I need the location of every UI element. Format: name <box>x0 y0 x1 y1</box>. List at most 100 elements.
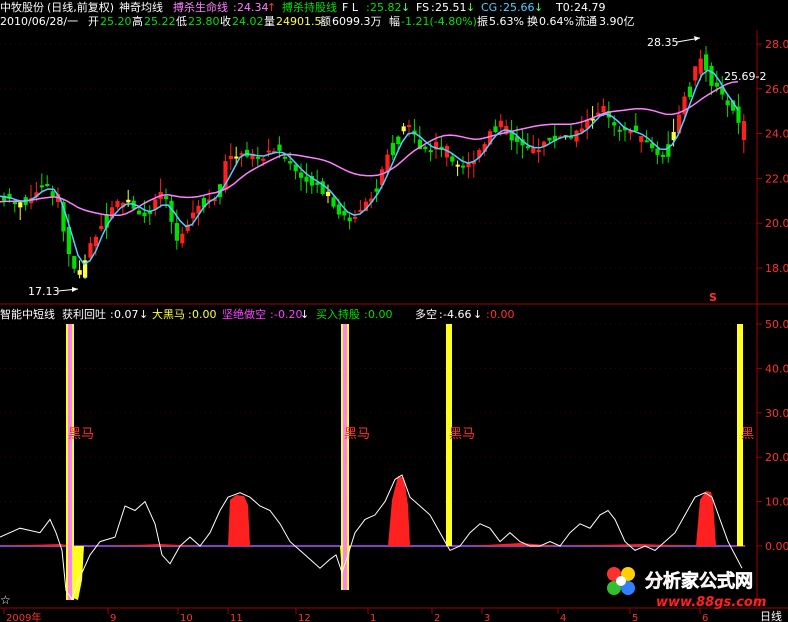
x-axis: 2009年 9 10 11 12 1 2 3 4 5 6 <box>3 608 708 622</box>
candle-body <box>698 58 703 74</box>
candle-body <box>18 202 23 208</box>
l1-value: 0.07 <box>114 308 139 321</box>
candle-body <box>407 125 412 128</box>
x-tick-label: 2009年 <box>6 611 41 622</box>
open-value: 25.20 <box>100 15 132 28</box>
candle-body <box>288 161 293 164</box>
l3-arrow-icon: ↓ <box>300 308 309 321</box>
fs-label: FS <box>416 1 429 14</box>
l3-label: 坚绝做空 <box>222 307 266 321</box>
right-price-label: 25.69-2 <box>724 70 766 83</box>
candle-body <box>299 172 304 178</box>
l4-value: 0.00 <box>368 308 393 321</box>
candle-body <box>228 155 233 160</box>
candle-body <box>498 120 503 128</box>
line1-value: 24.34 <box>237 1 269 14</box>
indicator-name: 智能中短线 <box>0 307 55 321</box>
dark-horse-label-1: 黑马 <box>68 427 94 442</box>
ma-purple-line <box>0 80 739 217</box>
candle-body <box>137 210 142 215</box>
candle-body <box>277 144 282 151</box>
high-label: 高 <box>132 14 143 28</box>
indicator-grid <box>0 323 757 547</box>
volume-value: 24901.5 <box>276 15 322 28</box>
watermark-site: 分析家公式网 <box>645 570 753 592</box>
indicator-axis: 0.00 10.00 20.00 30.00 40.00 50.00 <box>757 318 788 553</box>
price-tick-label: 20.00 <box>765 217 788 230</box>
candle-body <box>234 156 239 159</box>
cg-label: CG <box>481 1 497 14</box>
candle-body <box>660 154 665 157</box>
candle-body <box>45 183 50 186</box>
candle-body <box>374 188 379 192</box>
x-tick-label: 2 <box>434 613 440 622</box>
l5-value: -4.66 <box>443 308 471 321</box>
candle-body <box>633 125 638 131</box>
candle-body <box>385 154 390 172</box>
candle-body <box>164 196 169 200</box>
candle-body <box>126 199 131 203</box>
high-price-label: 28.35 <box>647 36 679 49</box>
star-icon: ☆ <box>0 593 11 607</box>
close-label: 收 <box>220 14 231 28</box>
candle-body <box>331 197 336 207</box>
fs-arrow-icon: ↓ <box>466 1 475 14</box>
candle-body <box>72 256 77 269</box>
t0-label: T0 <box>555 1 570 14</box>
line2-label: 搏杀持股线 <box>282 0 337 14</box>
candle-body <box>401 126 406 132</box>
dark-horse-bars <box>66 324 743 600</box>
candle-body <box>423 146 428 150</box>
price-tick-label: 24.00 <box>765 128 788 141</box>
close-value: 24.02 <box>232 15 264 28</box>
sell-marker: S <box>709 291 717 304</box>
flower-logo-icon <box>607 567 635 595</box>
low-value: 23.80 <box>188 15 220 28</box>
fs-value: 25.51 <box>435 1 467 14</box>
candle-body <box>525 146 530 149</box>
candle-body <box>39 185 44 188</box>
l2-label: 大黑马 <box>152 307 185 321</box>
candle-body <box>612 122 617 126</box>
l4-label: 买入持股 <box>316 307 360 321</box>
amount-label: 额 <box>320 15 331 28</box>
dark-horse-bar-2-inner <box>343 324 347 590</box>
price-tick-label: 18.00 <box>765 262 788 275</box>
right-bottom-label: 日线 <box>760 609 782 622</box>
red-hill-1 <box>228 495 250 546</box>
candle-body <box>547 137 552 141</box>
candle-body <box>261 158 266 161</box>
change-value: -1.21(-4.80%) <box>401 15 477 28</box>
turnover-value: 0.64% <box>539 15 574 28</box>
x-tick-label: 6 <box>702 613 708 622</box>
candle-body <box>174 223 179 241</box>
dark-horse-labels: 黑马 黑马 黑马 黑 <box>68 427 754 442</box>
ma-cyan-line <box>0 69 739 266</box>
price-grid <box>0 43 757 269</box>
candle-body <box>245 149 250 157</box>
x-tick-label: 11 <box>230 613 243 622</box>
period-label: (日线,前复权) <box>47 0 114 14</box>
candle-body <box>493 126 498 133</box>
stock-chart: 中牧股份 (日线,前复权) 神奇均线 搏杀生命线 : 24.34 ↑ 搏杀持股线… <box>0 0 788 622</box>
candle-body <box>709 65 714 86</box>
amplitude-value: 5.63% <box>489 15 524 28</box>
candle-body <box>93 236 98 247</box>
amplitude-label: 振 <box>477 14 488 28</box>
l5-arrow-icon: ↓ <box>473 308 482 321</box>
x-tick-label: 10 <box>180 613 193 622</box>
sub-header: 智能中短线 获利回吐 : 0.07 ↓ 大黑马 : 0.00 坚绝做空 : -0… <box>0 307 515 321</box>
candle-body <box>396 136 401 145</box>
fl-value: 25.82 <box>370 1 402 14</box>
candle-body <box>12 202 17 205</box>
candle-body <box>88 243 93 258</box>
dark-horse-label-4: 黑 <box>741 427 754 442</box>
candle-body <box>601 105 606 113</box>
candle-body <box>304 176 309 182</box>
candle-body <box>255 156 260 159</box>
candle-body <box>617 129 622 132</box>
l1-label: 获利回吐 <box>62 308 106 321</box>
candle-body <box>342 210 347 216</box>
indicator-tick-label: 30.00 <box>765 407 788 420</box>
price-tick-label: 26.00 <box>765 83 788 96</box>
